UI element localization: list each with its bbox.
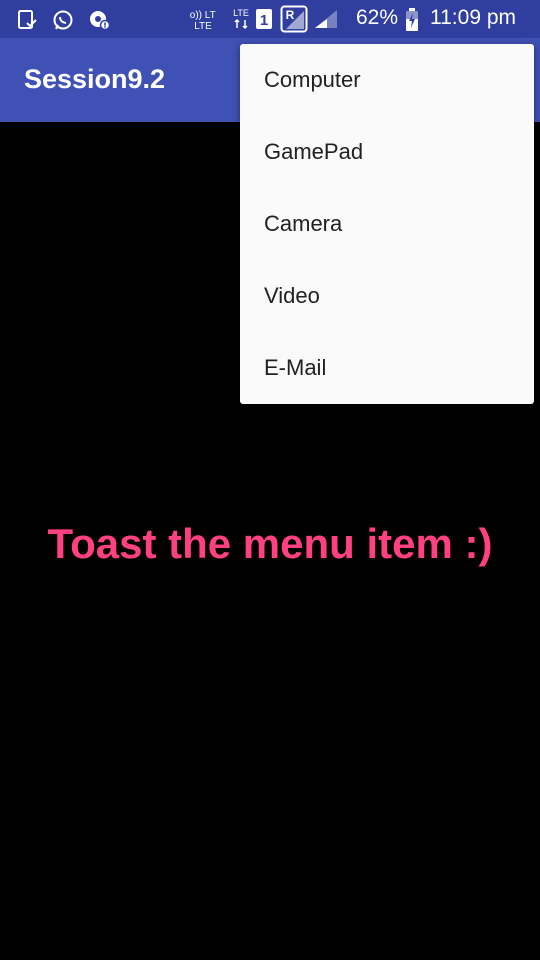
roaming-icon: R [280, 5, 308, 38]
svg-text:R: R [286, 8, 295, 22]
lte-icon: LTE [230, 6, 252, 37]
app-title: Session9.2 [24, 64, 166, 94]
battery-charging-icon [405, 8, 419, 37]
volte-icon: Vo)) LTE LTE [184, 8, 223, 37]
menu-item-gamepad[interactable]: GamePad [240, 116, 534, 188]
menu-item-camera[interactable]: Camera [240, 188, 534, 260]
menu-item-email[interactable]: E-Mail [240, 332, 534, 404]
signal-icon [313, 8, 339, 35]
sim1-icon: 1 [255, 8, 273, 35]
battery-percent: 62% [356, 6, 399, 29]
settings-notification-icon [88, 9, 111, 36]
status-bar: Vo)) LTE LTE LTE 1 R 62% [0, 0, 540, 38]
screenshot-notification-icon [16, 9, 38, 36]
svg-text:LTE: LTE [233, 8, 249, 18]
svg-text:LTE: LTE [194, 21, 212, 32]
menu-item-computer[interactable]: Computer [240, 44, 534, 116]
toast-hint-message: Toast the menu item :) [47, 520, 493, 567]
svg-text:Vo)) LTE: Vo)) LTE [190, 10, 216, 21]
menu-item-video[interactable]: Video [240, 260, 534, 332]
status-time: 11:09 pm [430, 6, 516, 29]
svg-text:1: 1 [260, 12, 268, 29]
whatsapp-icon [52, 9, 74, 36]
overflow-menu: Computer GamePad Camera Video E-Mail [240, 44, 534, 404]
